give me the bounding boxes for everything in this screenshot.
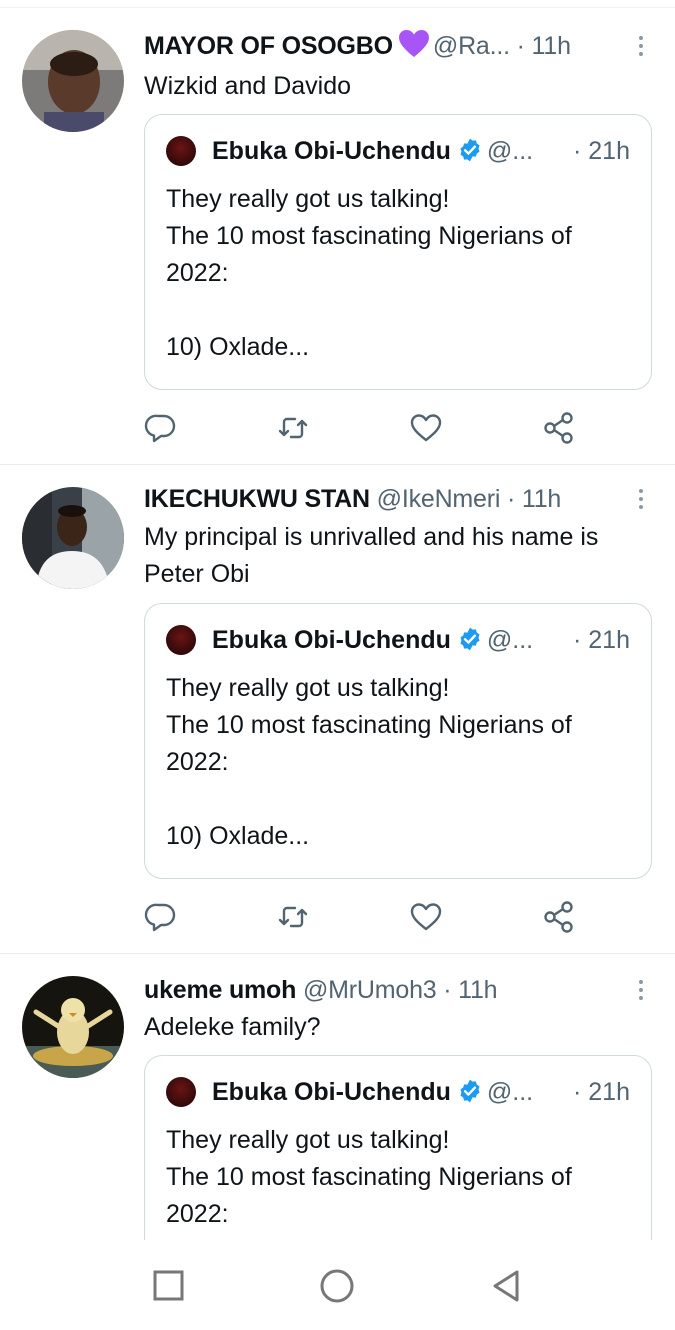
tweet-actions (144, 411, 644, 445)
tweet-header: MAYOR OF OSOGBO @Ra... · 11h (144, 30, 644, 62)
tweet-text: Wizkid and Davido (144, 72, 352, 100)
purple-heart-icon (398, 30, 429, 62)
tweet-2[interactable]: IKECHUKWU STAN @IkeNmeri · 11h My princi… (0, 465, 675, 954)
author-handle[interactable]: @Ra... (433, 32, 510, 60)
verified-badge-icon (457, 137, 483, 171)
quoted-author-name: Ebuka Obi-Uchendu (212, 626, 451, 654)
separator-dot: · (443, 976, 452, 1004)
author-name[interactable]: ukeme umoh (144, 976, 296, 1004)
system-navigation-bar (0, 1240, 675, 1330)
author-avatar[interactable] (22, 487, 124, 589)
quoted-tweet-text: They really got us talking! The 10 most … (166, 185, 572, 361)
recent-apps-icon[interactable] (151, 1268, 187, 1304)
quoted-author-handle: @... (486, 626, 534, 654)
author-avatar[interactable] (22, 976, 124, 1078)
like-icon[interactable] (409, 900, 443, 934)
separator-dot: · (573, 1078, 582, 1106)
more-options-icon[interactable] (637, 980, 645, 1000)
tweet-3[interactable]: ukeme umoh @MrUmoh3 · 11h Adeleke family… (0, 954, 675, 1255)
tweet-time[interactable]: 11h (532, 32, 571, 60)
more-options-icon[interactable] (637, 36, 645, 56)
quoted-author-avatar (166, 136, 196, 166)
quoted-tweet[interactable]: Ebuka Obi-Uchendu @... · 21h They really … (144, 603, 652, 879)
tweet-time[interactable]: 11h (522, 485, 561, 513)
quoted-tweet-text: They really got us talking! The 10 most … (166, 674, 572, 850)
like-icon[interactable] (409, 411, 443, 445)
quoted-author-handle: @... (486, 137, 534, 165)
share-icon[interactable] (542, 900, 576, 934)
author-handle[interactable]: @MrUmoh3 (303, 976, 437, 1004)
quoted-author-name: Ebuka Obi-Uchendu (212, 1078, 451, 1106)
retweet-icon[interactable] (276, 900, 310, 934)
separator-dot: · (506, 485, 516, 513)
quoted-author-avatar (166, 1077, 196, 1107)
quoted-tweet[interactable]: Ebuka Obi-Uchendu @... · 21h They really … (144, 1055, 652, 1255)
quoted-tweet-header: Ebuka Obi-Uchendu @... · 21h (212, 135, 642, 171)
verified-badge-icon (457, 1078, 483, 1112)
quoted-tweet-header: Ebuka Obi-Uchendu @... · 21h (212, 1076, 642, 1112)
reply-icon[interactable] (144, 900, 178, 934)
quoted-tweet-time: 21h (588, 626, 630, 654)
author-name[interactable]: IKECHUKWU STAN (144, 485, 370, 513)
separator-dot: · (516, 32, 525, 60)
tweet-header: ukeme umoh @MrUmoh3 · 11h (144, 974, 644, 1006)
quoted-tweet-time: 21h (588, 137, 630, 165)
quoted-tweet[interactable]: Ebuka Obi-Uchendu @... · 21h They really … (144, 114, 652, 390)
quoted-author-name: Ebuka Obi-Uchendu (212, 137, 451, 165)
tweet-text: Adeleke family? (144, 1013, 321, 1041)
reply-icon[interactable] (144, 411, 178, 445)
tweet-header: IKECHUKWU STAN @IkeNmeri · 11h (144, 483, 644, 515)
author-name[interactable]: MAYOR OF OSOGBO (144, 32, 393, 60)
quoted-tweet-text: They really got us talking! The 10 most … (166, 1126, 572, 1228)
separator-dot: · (573, 137, 582, 165)
back-icon[interactable] (489, 1268, 525, 1304)
author-avatar[interactable] (22, 30, 124, 132)
quoted-tweet-header: Ebuka Obi-Uchendu @... · 21h (212, 624, 642, 660)
more-options-icon[interactable] (637, 489, 645, 509)
share-icon[interactable] (542, 411, 576, 445)
tweet-text: My principal is unrivalled and his name … (144, 523, 599, 588)
tweet-time[interactable]: 11h (458, 976, 497, 1004)
verified-badge-icon (457, 626, 483, 660)
retweet-icon[interactable] (276, 411, 310, 445)
quoted-author-avatar (166, 625, 196, 655)
tweet-1[interactable]: MAYOR OF OSOGBO @Ra... · 11h Wizkid and D… (0, 8, 675, 465)
author-handle[interactable]: @IkeNmeri (377, 485, 501, 513)
home-icon[interactable] (319, 1268, 355, 1304)
quoted-author-handle: @... (486, 1078, 534, 1106)
separator-dot: · (573, 626, 582, 654)
quoted-tweet-time: 21h (588, 1078, 630, 1106)
tweet-actions (144, 900, 644, 934)
